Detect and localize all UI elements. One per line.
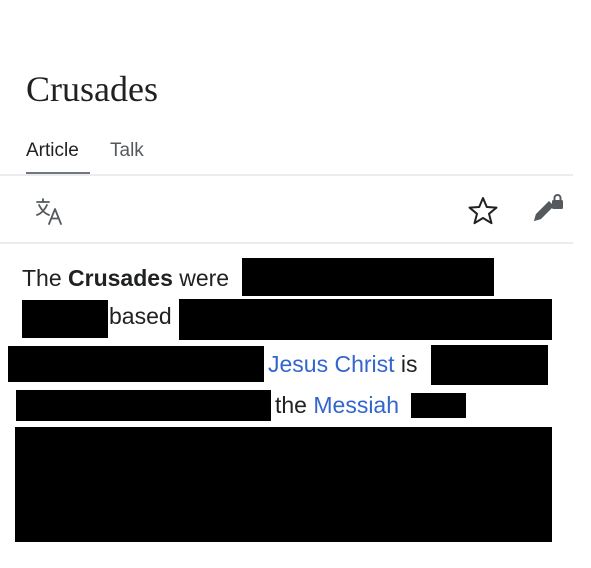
- redaction-bar: [431, 345, 548, 385]
- tab-talk[interactable]: Talk: [110, 138, 144, 164]
- article-text: based: [109, 303, 172, 329]
- redaction-bar: [242, 258, 494, 296]
- article-line-4: the Messiah: [275, 391, 399, 419]
- tab-article[interactable]: Article: [26, 138, 79, 164]
- edit-lock-icon[interactable]: [530, 193, 566, 227]
- article-bold-term: Crusades: [68, 265, 173, 291]
- language-icon[interactable]: [34, 197, 66, 227]
- article-line-2: based: [109, 302, 172, 330]
- article-text: is: [394, 351, 418, 377]
- article-line-3: Jesus Christ is: [268, 350, 418, 378]
- redaction-bar: [179, 299, 552, 340]
- article-text: The: [22, 265, 69, 291]
- article-text: the: [275, 392, 314, 418]
- article-line-1: The Crusades were: [22, 264, 229, 292]
- redaction-bar: [16, 390, 271, 421]
- messiah-link[interactable]: Messiah: [313, 392, 399, 418]
- star-icon[interactable]: [467, 196, 499, 226]
- redaction-bar: [8, 346, 264, 382]
- redaction-block: [15, 427, 552, 542]
- jesus-christ-link[interactable]: Jesus Christ: [268, 351, 395, 377]
- page-title: Crusades: [26, 69, 158, 109]
- redaction-bar: [22, 300, 108, 338]
- toolbar-divider: [0, 242, 573, 244]
- article-text: were: [172, 265, 230, 291]
- tabs-divider: [0, 174, 573, 176]
- redaction-bar: [411, 393, 466, 418]
